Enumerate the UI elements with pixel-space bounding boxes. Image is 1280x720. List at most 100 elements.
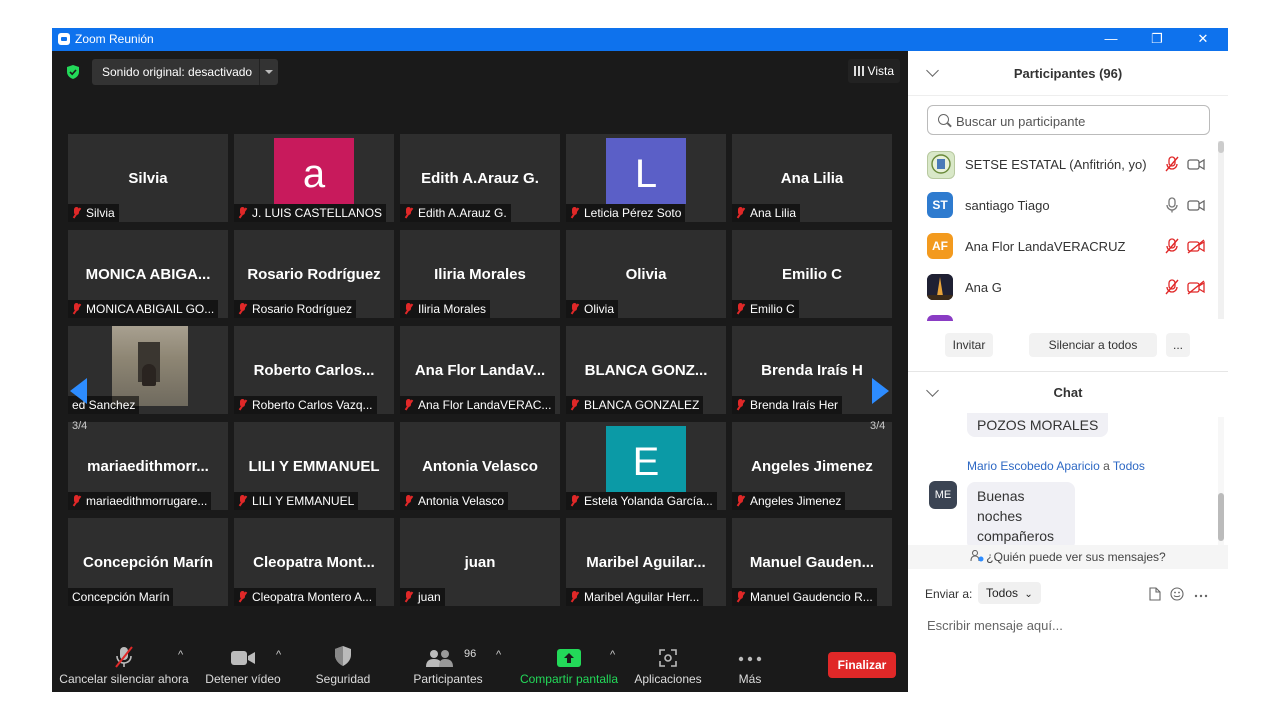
mic-on-icon[interactable]: [1165, 197, 1179, 213]
end-meeting-button[interactable]: Finalizar: [828, 652, 896, 678]
participant-display-name: Cleopatra Mont...: [253, 554, 375, 571]
participant-name: Ana G: [965, 280, 1002, 295]
audio-options-chevron-icon[interactable]: ^: [178, 650, 186, 661]
chat-scrollbar[interactable]: [1218, 417, 1224, 545]
scrollbar-thumb[interactable]: [1218, 493, 1224, 541]
participant-tile[interactable]: Concepción Marín Concepción Marín: [68, 518, 228, 606]
encryption-shield-icon[interactable]: [66, 65, 80, 79]
who-can-see-messages[interactable]: ¿Quién puede ver sus mensajes?: [908, 545, 1228, 569]
mic-muted-icon[interactable]: [1165, 156, 1179, 172]
organization-seal-icon: [931, 154, 951, 174]
participant-tile[interactable]: Emilio C Emilio C: [732, 230, 892, 318]
participant-row-partial[interactable]: [908, 307, 1220, 321]
participant-tile[interactable]: a J. LUIS CASTELLANOS: [234, 134, 394, 222]
participant-display-name: Emilio C: [781, 266, 842, 283]
zoom-app-icon: [58, 33, 70, 45]
more-button[interactable]: Más: [724, 631, 776, 692]
chat-message-bubble: Buenas noches compañeros: [967, 482, 1075, 550]
participant-tile[interactable]: Cleopatra Mont... Cleopatra Montero A...: [234, 518, 394, 606]
participants-more-button[interactable]: ...: [1166, 333, 1190, 357]
share-screen-button[interactable]: Compartir pantalla: [518, 631, 620, 692]
next-page-arrow-icon[interactable]: [872, 378, 889, 404]
apps-button[interactable]: Aplicaciones: [630, 631, 706, 692]
participant-tile[interactable]: LILI Y EMMANUEL LILI Y EMMANUEL: [234, 422, 394, 510]
participant-tile[interactable]: Maribel Aguilar... Maribel Aguilar Herr..…: [566, 518, 726, 606]
participant-tile[interactable]: mariaedithmorr... mariaedithmorrugare...: [68, 422, 228, 510]
video-on-icon[interactable]: [1187, 156, 1205, 172]
participant-tile[interactable]: Roberto Carlos... Roberto Carlos Vazq...: [234, 326, 394, 414]
chat-recipient[interactable]: Todos: [1113, 459, 1145, 473]
chat-message-bubble: POZOS MORALES: [967, 413, 1109, 437]
participant-name-text: Estela Yolanda García...: [584, 494, 713, 508]
mute-all-button[interactable]: Silenciar a todos: [1029, 333, 1157, 357]
security-button[interactable]: Seguridad: [306, 631, 380, 692]
participants-label: Participantes: [413, 672, 483, 686]
chat-message-input[interactable]: [925, 613, 1219, 637]
file-attach-icon[interactable]: [1148, 587, 1162, 601]
participant-tile[interactable]: Rosario Rodríguez Rosario Rodríguez: [234, 230, 394, 318]
participant-tile[interactable]: L Leticia Pérez Soto: [566, 134, 726, 222]
page-indicator-left: 3/4: [72, 420, 88, 432]
video-on-icon[interactable]: [1187, 197, 1205, 213]
participant-tile[interactable]: Silvia Silvia: [68, 134, 228, 222]
participant-name-text: Maribel Aguilar Herr...: [584, 590, 700, 604]
restore-button[interactable]: ❐: [1134, 28, 1180, 51]
scrollbar-thumb[interactable]: [1218, 141, 1224, 153]
invite-button[interactable]: Invitar: [945, 333, 993, 357]
participant-tile[interactable]: Edith A.Arauz G. Edith A.Arauz G.: [400, 134, 560, 222]
participant-search[interactable]: [927, 105, 1210, 135]
mic-muted-icon: [238, 591, 247, 603]
participant-display-name: Ana Lilia: [780, 170, 844, 187]
chevron-down-icon: ⌄: [1024, 589, 1033, 600]
video-off-icon[interactable]: [1187, 238, 1205, 254]
participant-row[interactable]: SETSE ESTATAL (Anfitrión, yo): [908, 143, 1220, 184]
participant-search-input[interactable]: [954, 112, 1198, 130]
participant-tile[interactable]: Olivia Olivia: [566, 230, 726, 318]
previous-page-arrow-icon[interactable]: [70, 378, 87, 404]
minimize-button[interactable]: —: [1088, 28, 1134, 51]
participant-name-text: Rosario Rodríguez: [252, 302, 353, 316]
participant-tile[interactable]: Manuel Gauden... Manuel Gaudencio R...: [732, 518, 892, 606]
video-options-chevron-icon[interactable]: ^: [276, 650, 284, 661]
chat-sender-name[interactable]: Mario Escobedo Aparicio: [967, 459, 1100, 473]
participants-icon: [426, 650, 453, 667]
participant-tile[interactable]: Brenda Iraís H Brenda Iraís Her: [732, 326, 892, 414]
participant-tile[interactable]: juan juan: [400, 518, 560, 606]
chat-to-word: a: [1103, 459, 1110, 473]
stop-video-button[interactable]: Detener vídeo: [202, 631, 284, 692]
mic-muted-icon: [238, 495, 247, 507]
video-off-icon[interactable]: [1187, 279, 1205, 295]
chat-more-icon[interactable]: [1194, 587, 1208, 601]
view-button[interactable]: Vista: [847, 59, 900, 83]
sound-dropdown-chevron-icon[interactable]: [259, 59, 278, 85]
participant-tile[interactable]: ed Sanchez: [68, 326, 228, 414]
participant-tile[interactable]: E Estela Yolanda García...: [566, 422, 726, 510]
mic-muted-icon[interactable]: [1165, 238, 1179, 254]
participant-tile[interactable]: Antonia Velasco Antonia Velasco: [400, 422, 560, 510]
share-options-chevron-icon[interactable]: ^: [610, 650, 618, 661]
sender-avatar: ME: [929, 481, 957, 509]
participant-tile[interactable]: Ana Flor LandaV... Ana Flor LandaVERAC...: [400, 326, 560, 414]
participant-tile[interactable]: Angeles Jimenez Angeles Jimenez: [732, 422, 892, 510]
participant-display-name: Rosario Rodríguez: [247, 266, 381, 283]
unmute-button[interactable]: Cancelar silenciar ahora: [58, 631, 190, 692]
participant-tile[interactable]: BLANCA GONZ... BLANCA GONZALEZ: [566, 326, 726, 414]
emoji-icon[interactable]: [1170, 587, 1184, 601]
participant-row[interactable]: AF Ana Flor LandaVERACRUZ: [908, 225, 1220, 266]
participant-tile[interactable]: Ana Lilia Ana Lilia: [732, 134, 892, 222]
participants-title: Participantes (96): [1013, 66, 1123, 81]
participants-options-chevron-icon[interactable]: ^: [496, 650, 504, 661]
participant-row[interactable]: ST santiago Tiago: [908, 184, 1220, 225]
original-sound-button[interactable]: Sonido original: desactivado: [92, 59, 278, 85]
participant-tile[interactable]: Iliria Morales Iliria Morales: [400, 230, 560, 318]
participant-name-text: Iliria Morales: [418, 302, 487, 316]
close-button[interactable]: ✕: [1180, 28, 1226, 51]
participants-scrollbar[interactable]: [1218, 141, 1224, 319]
participant-tile[interactable]: MONICA ABIGA... MONICA ABIGAIL GO...: [68, 230, 228, 318]
send-to-dropdown[interactable]: Todos ⌄: [978, 582, 1041, 604]
participant-row[interactable]: Ana G: [908, 266, 1220, 307]
participants-button[interactable]: 96 Participantes: [408, 631, 488, 692]
participant-avatar: ST: [927, 192, 953, 218]
participant-display-name: Olivia: [625, 266, 667, 283]
mic-muted-icon[interactable]: [1165, 279, 1179, 295]
